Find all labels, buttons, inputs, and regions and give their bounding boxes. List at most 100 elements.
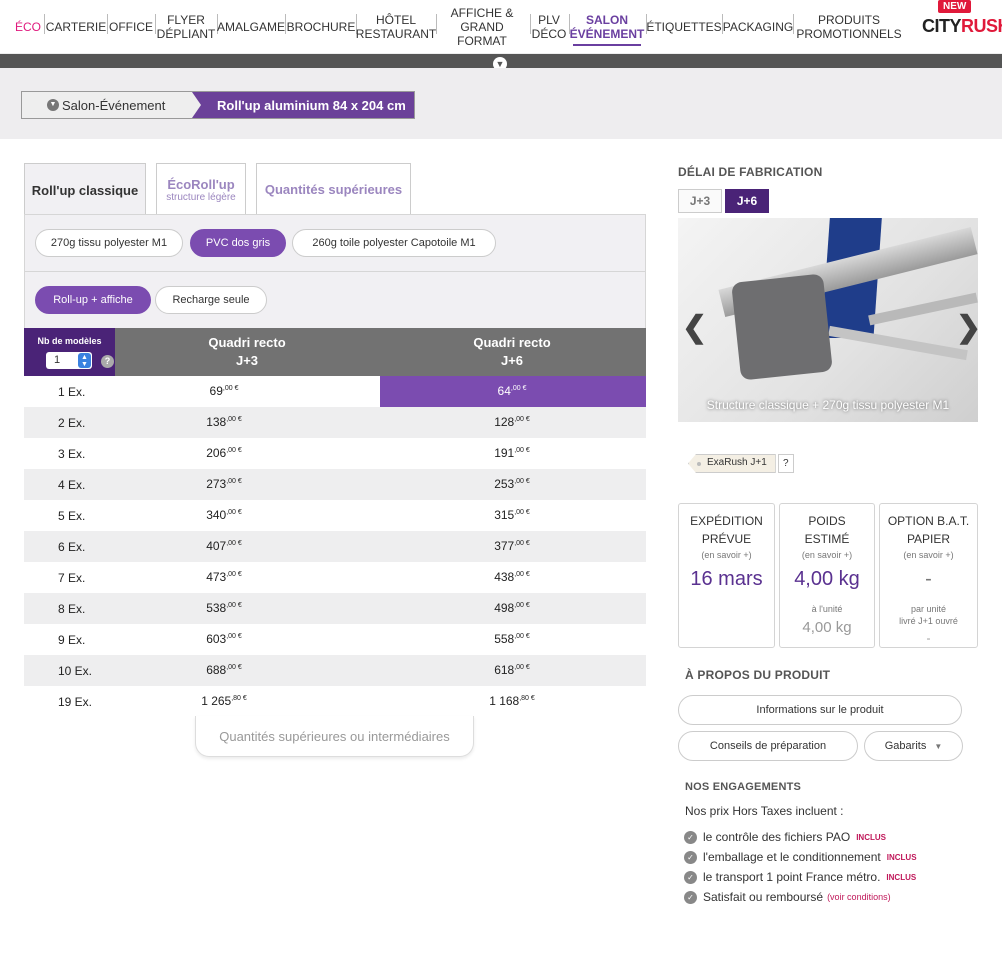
nav-etiquettes[interactable]: ÉTIQUETTES [646,10,721,44]
price-cell-j3[interactable]: 473,00 € [124,570,324,584]
chevron-right-icon[interactable]: ❯ [956,310,978,345]
tab-label: ÉcoRoll'up [167,176,235,192]
price-cell-j3[interactable]: 688,00 € [124,663,324,677]
quantity-cell: 4 Ex. [58,478,86,492]
included-tag: INCLUS [856,832,886,842]
price-cell-j3[interactable]: 69,00 € [124,384,324,398]
help-icon[interactable]: ? [777,454,794,473]
product-info-button[interactable]: Informations sur le produit [678,695,962,725]
nav-affiche[interactable]: AFFICHE & GRAND FORMAT [438,6,526,48]
price-int: 253 [494,477,515,491]
bat-option-box: OPTION B.A.T. PAPIER (en savoir +) - par… [879,503,978,648]
options-panel: 270g tissu polyester M1 PVC dos gris 260… [24,214,646,328]
tab-ecorollup[interactable]: ÉcoRoll'up structure légère [156,163,246,215]
price-int: 138 [206,415,227,429]
price-table-body: 1 Ex. 69,00 €64,00 €2 Ex. 138,00 €128,00 €… [24,376,646,717]
chevron-left-icon[interactable]: ❮ [682,310,707,345]
conditions-link[interactable]: (voir conditions) [827,892,891,902]
table-row[interactable]: 5 Ex. 340,00 €315,00 € [24,500,646,531]
nav-plv[interactable]: PLV DÉCO [532,10,567,44]
learn-more-link[interactable]: (en savoir +) [880,550,977,560]
quantity-cell: 6 Ex. [58,540,86,554]
table-row[interactable]: 2 Ex. 138,00 €128,00 € [24,407,646,438]
learn-more-link[interactable]: (en savoir +) [780,550,874,560]
templates-button[interactable]: Gabarits ▼ [864,731,963,761]
price-cell-j6[interactable]: 253,00 € [412,477,612,491]
price-cell-j6[interactable]: 1 168,80 € [412,694,612,708]
engagement-text: le contrôle des fichiers PAO [703,830,851,844]
logo-city: CITY [922,16,962,36]
check-icon: ✓ [684,850,697,864]
preparation-advice-button[interactable]: Conseils de préparation [678,731,858,761]
table-row[interactable]: 7 Ex. 473,00 € 438,00 € [24,562,646,593]
tab-quantites-superieures[interactable]: Quantités supérieures [256,163,411,215]
cityrush-logo[interactable]: NEW CITYRUSH [918,0,1002,40]
weight-unit-note: à l'unité [811,604,843,614]
nav-office[interactable]: OFFICE [109,10,153,44]
nav-eco[interactable]: ÉCO [14,10,42,44]
price-cell-j6[interactable]: 618,00 € [412,663,612,677]
nav-brochure[interactable]: BROCHURE [287,10,356,44]
breadcrumb-parent[interactable]: ▼ Salon-Événement [22,92,192,118]
material-option[interactable]: 260g toile polyester Capotoile M1 [292,229,496,257]
price-cell-j6[interactable]: 64,00 € [412,384,612,398]
price-cell-j3[interactable]: 138,00 € [124,415,324,429]
price-cell-j6[interactable]: 191,00 € [412,446,612,460]
nav-salon[interactable]: SALON ÉVÉNEMENT [570,10,644,46]
exarush-badge[interactable]: ExaRush J+1 ? [688,454,794,473]
logo-text: CITYRUSH [922,16,1002,37]
delay-title: DÉLAI DE FABRICATION [678,165,823,179]
delay-option-j3[interactable]: J+3 [678,189,722,213]
table-row[interactable]: 1 Ex. 69,00 €64,00 € [24,376,646,407]
model-count-label: Nb de modèles [37,336,102,346]
nav-packaging[interactable]: PACKAGING [723,10,793,44]
shipping-date-value: 16 mars [690,568,763,590]
tab-rollup-classique[interactable]: Roll'up classique [24,163,146,216]
price-cell-j3[interactable]: 273,00 € [124,477,324,491]
price-int: 688 [206,663,227,677]
engagement-item: ✓ l'emballage et le conditionnement INCLUS [684,850,917,864]
price-cell-j6[interactable]: 558,00 € [412,632,612,646]
material-option[interactable]: 270g tissu polyester M1 [35,229,183,257]
table-row[interactable]: 10 Ex. 688,00 €618,00 € [24,655,646,686]
nav-flyer[interactable]: FLYER DÉPLIANT [157,10,216,44]
price-cell-j6[interactable]: 377,00 € [412,539,612,553]
table-row[interactable]: 6 Ex. 407,00 € 377,00 € [24,531,646,562]
price-cell-j6[interactable]: 128,00 € [412,415,612,429]
table-row[interactable]: 3 Ex. 206,00 €191,00 € [24,438,646,469]
price-cell-j6[interactable]: 315,00 € [412,508,612,522]
check-icon: ✓ [684,830,697,844]
weight-box: POIDS ESTIMÉ (en savoir +) 4,00 kg à l'u… [779,503,875,648]
price-cell-j6[interactable]: 438,00 € [412,570,612,584]
price-int: 191 [494,446,515,460]
table-row[interactable]: 19 Ex. 1 265,80 € 1 168,80 € [24,686,646,717]
nav-produits[interactable]: PRODUITS PROMOTIONNELS [796,10,901,44]
price-int: 558 [494,632,515,646]
table-row[interactable]: 4 Ex. 273,00 € 253,00 € [24,469,646,500]
delay-option-j6[interactable]: J+6 [725,189,769,213]
learn-more-link[interactable]: (en savoir +) [679,550,774,560]
material-option-selected[interactable]: PVC dos gris [190,229,286,257]
more-quantities-button[interactable]: Quantités supérieures ou intermédiaires [195,716,474,757]
quantity-cell: 7 Ex. [58,571,86,585]
price-cell-j3[interactable]: 1 265,80 € [124,694,324,708]
price-cell-j3[interactable]: 206,00 € [124,446,324,460]
table-row[interactable]: 8 Ex. 538,00 €498,00 € [24,593,646,624]
option-recharge-seule[interactable]: Recharge seule [155,286,267,314]
price-cell-j3[interactable]: 340,00 € [124,508,324,522]
quantity-cell: 19 Ex. [58,695,93,709]
nav-carterie[interactable]: CARTERIE [46,10,106,44]
price-cell-j3[interactable]: 538,00 € [124,601,324,615]
nav-hotel[interactable]: HÔTEL RESTAURANT [356,10,436,44]
price-int: 407 [206,539,227,553]
nav-amalgame[interactable]: AMALGAME [217,10,285,44]
price-cell-j3[interactable]: 603,00 € [124,632,324,646]
help-icon[interactable]: ? [101,355,114,368]
model-count-select[interactable]: 1 ▲ ▼ [46,352,92,369]
price-cell-j3[interactable]: 407,00 € [124,539,324,553]
option-rollup-affiche[interactable]: Roll-up + affiche [35,286,151,314]
table-row[interactable]: 9 Ex. 603,00 €558,00 € [24,624,646,655]
included-tag: INCLUS [886,872,917,882]
price-table-header: Nb de modèles 1 ▲ ▼ ? Quadri recto J+3 Qua… [24,328,646,376]
price-cell-j6[interactable]: 498,00 € [412,601,612,615]
